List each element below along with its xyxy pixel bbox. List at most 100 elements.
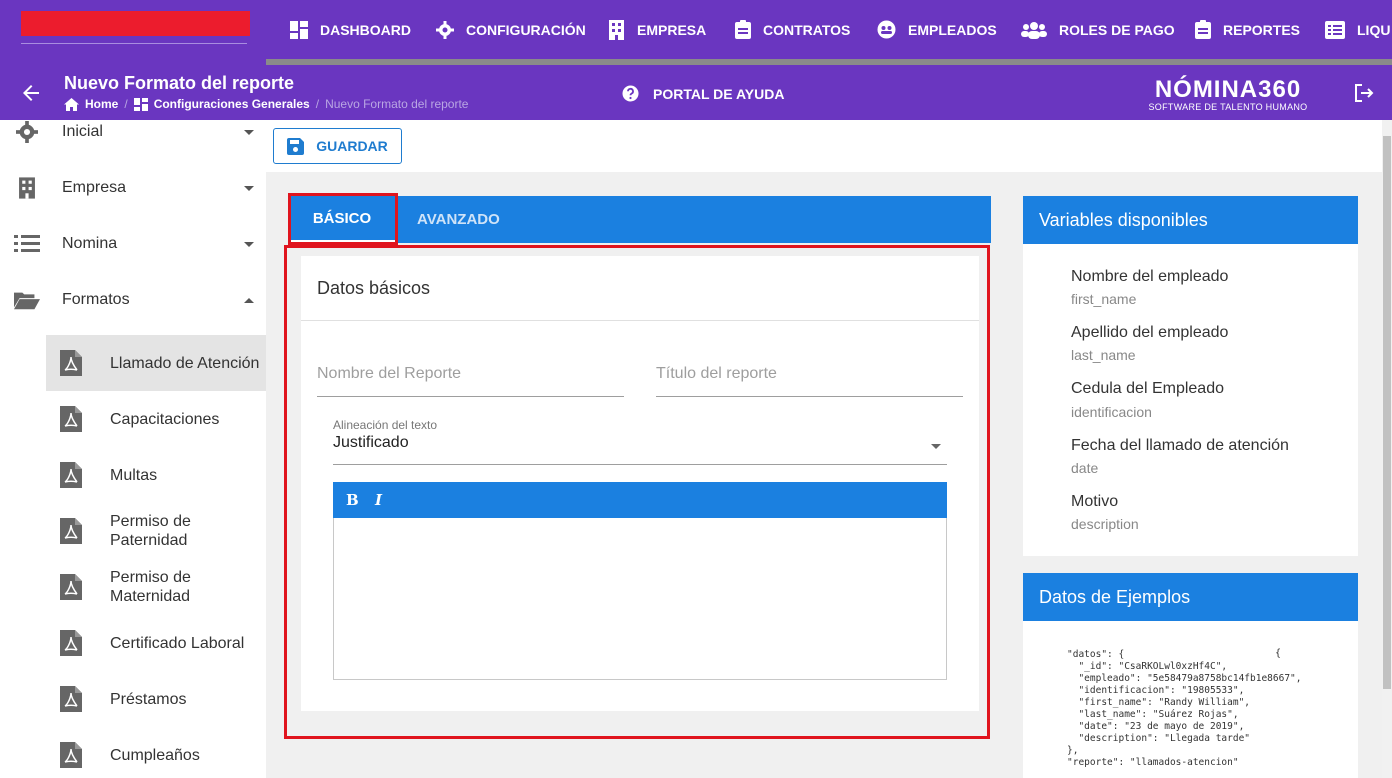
breadcrumb-section-label: Configuraciones Generales	[153, 97, 310, 111]
pdf-file-icon	[60, 574, 82, 600]
sidebar-item-label: Empresa	[62, 179, 127, 196]
logout-icon[interactable]	[1354, 84, 1374, 102]
save-button-label: GUARDAR	[316, 138, 388, 154]
brand-tagline: SOFTWARE DE TALENTO HUMANO	[1148, 102, 1308, 112]
sidebar-subitem-permiso-paternidad[interactable]: Permiso de Paternidad	[46, 503, 266, 559]
sidebar-subitem-llamado-de-atencion[interactable]: Llamado de Atención	[46, 335, 266, 391]
chevron-down-icon	[244, 241, 254, 247]
gear-icon	[14, 120, 40, 145]
help-portal-label: PORTAL DE AYUDA	[653, 85, 785, 102]
breadcrumb: Home / Configuraciones Generales / Nuevo…	[64, 97, 468, 111]
back-arrow-icon[interactable]	[20, 82, 42, 104]
sidebar-subitem-certificado-laboral[interactable]: Certificado Laboral	[46, 615, 266, 671]
pdf-file-icon	[60, 406, 82, 432]
scrollbar-thumb[interactable]	[1383, 136, 1391, 689]
page-title: Nuevo Formato del reporte	[64, 73, 295, 93]
breadcrumb-home-label: Home	[85, 97, 119, 111]
top-nav: DASHBOARD CONFIGURACIÓN EMPRESA CONTRATO…	[0, 0, 1392, 59]
nav-configuracion[interactable]: CONFIGURACIÓN	[436, 0, 586, 59]
examples-panel-title: Datos de Ejemplos	[1023, 573, 1358, 621]
nav-dashboard[interactable]: DASHBOARD	[290, 0, 411, 59]
highlight-box-tab	[288, 193, 398, 245]
sidebar-item-formatos[interactable]: Formatos	[0, 272, 266, 328]
sidebar-subitem-prestamos[interactable]: Préstamos	[46, 671, 266, 727]
example-code-block: { "datos": { "_id": "CsaRKOLwl0xzHf4C", …	[1023, 621, 1358, 778]
folder-open-icon	[14, 287, 40, 313]
help-portal-link[interactable]: PORTAL DE AYUDA	[622, 85, 784, 102]
sidebar-subitem-label: Cumpleaños	[110, 746, 200, 764]
clipboard-icon	[1195, 20, 1211, 39]
sidebar-subitem-label: Multas	[110, 466, 158, 484]
sidebar-item-inicial[interactable]: Inicial	[0, 120, 266, 160]
logo-divider	[21, 43, 247, 44]
variable-name: Fecha del llamado de atención	[1071, 437, 1289, 454]
sidebar-subitem-label: Préstamos	[110, 690, 187, 708]
code-content: "datos": { "_id": "CsaRKOLwl0xzHf4C", "e…	[1067, 649, 1302, 768]
nav-contratos-label: CONTRATOS	[763, 21, 851, 38]
nav-empresa[interactable]: EMPRESA	[608, 0, 706, 59]
chevron-down-icon	[244, 129, 254, 135]
variables-panel-title: Variables disponibles	[1023, 196, 1358, 244]
sidebar-subitem-capacitaciones[interactable]: Capacitaciones	[46, 391, 266, 447]
building-icon	[609, 19, 624, 40]
toolbar: GUARDAR	[266, 120, 1382, 172]
company-logo[interactable]	[21, 11, 250, 36]
pdf-file-icon	[60, 462, 82, 488]
sidebar-item-nomina[interactable]: Nomina	[0, 216, 266, 272]
nav-contratos[interactable]: CONTRATOS	[735, 0, 850, 59]
variable-name: Cedula del Empleado	[1071, 380, 1224, 397]
sidebar-subitem-multas[interactable]: Multas	[46, 447, 266, 503]
variable-key: description	[1071, 516, 1139, 532]
save-icon	[287, 137, 305, 155]
dashboard-icon	[133, 97, 148, 111]
breadcrumb-separator: /	[124, 97, 128, 111]
chevron-down-icon	[244, 185, 254, 191]
list-icon	[14, 231, 40, 257]
variable-name: Apellido del empleado	[1071, 324, 1229, 341]
brand-logo: NÓMINA360 SOFTWARE DE TALENTO HUMANO	[1137, 76, 1319, 113]
variable-key: date	[1071, 460, 1099, 476]
nav-roles-de-pago[interactable]: ROLES DE PAGO	[1021, 0, 1175, 59]
sidebar-subitem-label: Llamado de Atención	[110, 354, 260, 372]
nav-empleados[interactable]: EMPLEADOS	[877, 0, 997, 59]
sidebar: Inicial Empresa Nomina Formatos Llamado …	[0, 120, 266, 778]
tab-avanzado[interactable]: AVANZADO	[417, 196, 500, 243]
nav-empresa-label: EMPRESA	[637, 21, 707, 38]
chevron-up-icon	[244, 297, 254, 303]
sidebar-subitem-label: Capacitaciones	[110, 410, 220, 428]
pdf-file-icon	[60, 630, 82, 656]
sidebar-item-label: Nomina	[62, 235, 118, 252]
home-icon	[64, 97, 79, 111]
pdf-file-icon	[60, 350, 82, 376]
breadcrumb-section[interactable]: Configuraciones Generales	[133, 97, 310, 111]
sidebar-subitem-permiso-maternidad[interactable]: Permiso de Maternidad	[46, 559, 266, 615]
variable-key: last_name	[1071, 347, 1136, 363]
variable-name: Nombre del empleado	[1071, 268, 1229, 285]
help-icon	[622, 85, 639, 102]
people-circle-icon	[877, 20, 896, 39]
sidebar-subitem-label: Certificado Laboral	[110, 634, 245, 652]
breadcrumb-current: Nuevo Formato del reporte	[325, 97, 469, 111]
nav-empleados-label: EMPLEADOS	[908, 21, 997, 38]
clipboard-icon	[735, 20, 751, 39]
sidebar-item-label: Formatos	[62, 291, 130, 308]
building-icon	[14, 175, 40, 201]
group-icon	[1021, 21, 1047, 39]
breadcrumb-separator: /	[315, 97, 320, 111]
nav-reportes[interactable]: REPORTES	[1195, 0, 1300, 59]
sidebar-subitem-cumpleanos[interactable]: Cumpleaños	[46, 727, 266, 778]
breadcrumb-home[interactable]: Home	[64, 97, 118, 111]
highlight-box-form	[284, 245, 990, 739]
nav-configuracion-label: CONFIGURACIÓN	[466, 21, 586, 38]
variable-name: Motivo	[1071, 493, 1119, 510]
brand-name: NÓMINA360	[1154, 76, 1302, 103]
nav-dashboard-label: DASHBOARD	[320, 21, 411, 38]
sidebar-subitem-label: Permiso de Maternidad	[110, 569, 191, 605]
pdf-file-icon	[60, 686, 82, 712]
sidebar-item-empresa[interactable]: Empresa	[0, 160, 266, 216]
sidebar-subitem-label: Permiso de Paternidad	[110, 513, 191, 549]
list-icon	[1325, 20, 1345, 39]
save-button[interactable]: GUARDAR	[273, 128, 402, 164]
nav-liquidaciones[interactable]: LIQU	[1325, 0, 1390, 59]
gear-icon	[436, 20, 454, 39]
